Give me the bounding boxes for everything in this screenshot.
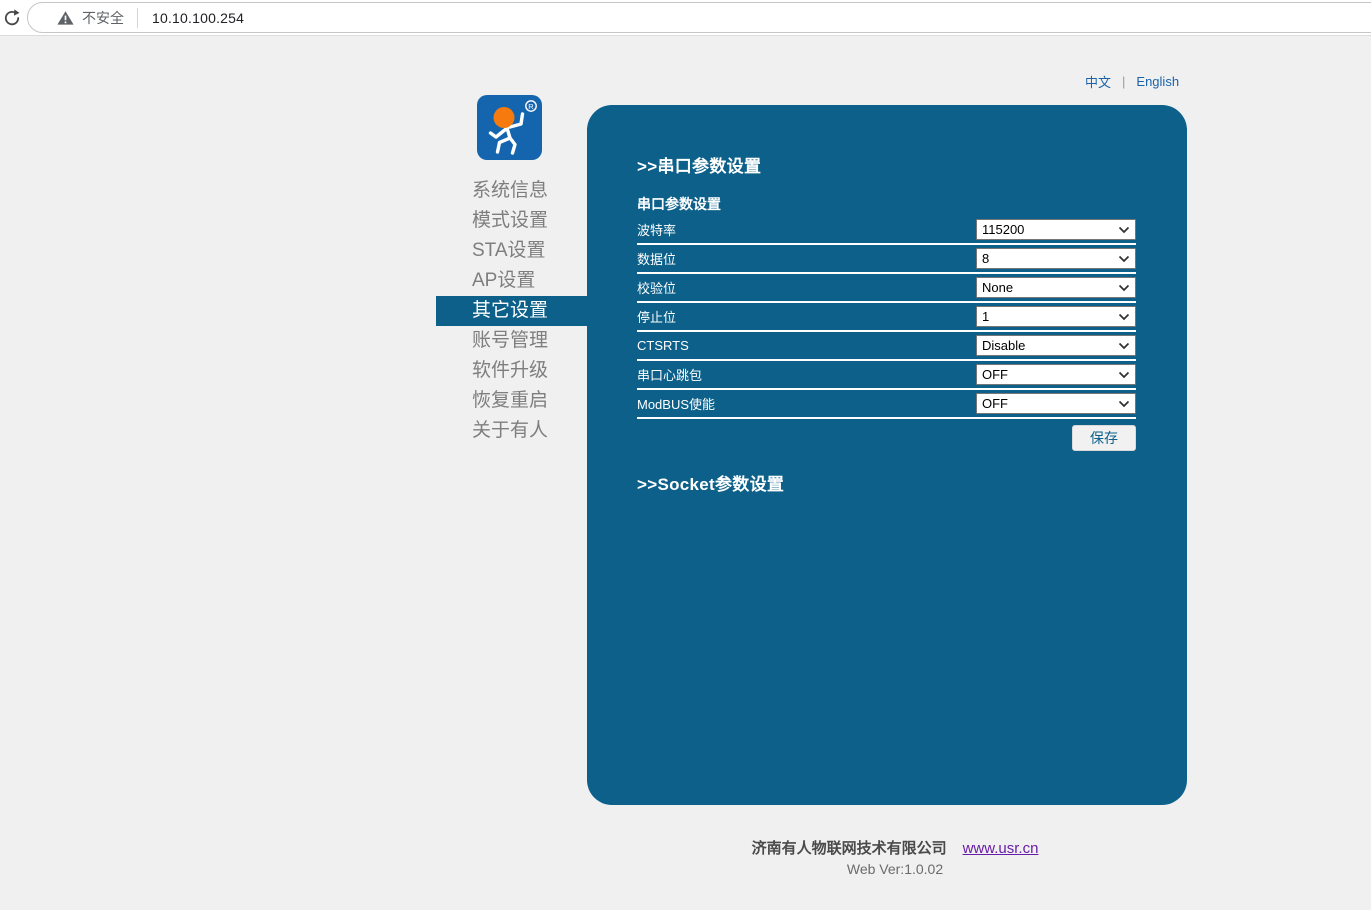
form-row-parity: 校验位 None <box>637 274 1136 303</box>
parity-label: 校验位 <box>637 278 676 297</box>
modbus-select[interactable]: OFF <box>976 393 1136 414</box>
browser-toolbar: 不安全 10.10.100.254 <box>0 0 1371 36</box>
form-row-ctsrts: CTSRTS Disable <box>637 332 1136 361</box>
warning-icon <box>57 10 74 26</box>
select-value: OFF <box>982 396 1008 411</box>
lang-english-link[interactable]: English <box>1136 74 1179 89</box>
settings-panel: >>串口参数设置 串口参数设置 波特率 115200 数据位 8 校验位 <box>587 105 1187 805</box>
sidebar-item-restore-restart[interactable]: 恢复重启 <box>436 386 587 416</box>
serial-heartbeat-select[interactable]: OFF <box>976 364 1136 385</box>
chevron-down-icon <box>1118 284 1130 292</box>
sidebar-item-other-settings[interactable]: 其它设置 <box>436 296 587 326</box>
parity-select[interactable]: None <box>976 277 1136 298</box>
form-row-data-bits: 数据位 8 <box>637 245 1136 274</box>
usr-website-link[interactable]: www.usr.cn <box>963 840 1039 857</box>
save-row: 保存 <box>637 425 1136 451</box>
baud-rate-select[interactable]: 115200 <box>976 219 1136 240</box>
reload-icon[interactable] <box>2 8 22 28</box>
serial-heartbeat-label: 串口心跳包 <box>637 365 702 384</box>
address-bar[interactable]: 不安全 10.10.100.254 <box>27 2 1371 33</box>
chevron-down-icon <box>1118 313 1130 321</box>
sidebar-item-account-management[interactable]: 账号管理 <box>436 326 587 356</box>
data-bits-label: 数据位 <box>637 249 676 268</box>
select-value: OFF <box>982 367 1008 382</box>
ctsrts-select[interactable]: Disable <box>976 335 1136 356</box>
form-row-stop-bits: 停止位 1 <box>637 303 1136 332</box>
company-name: 济南有人物联网技术有限公司 <box>752 840 947 857</box>
usr-logo-icon: R <box>477 95 542 160</box>
chevron-down-icon <box>1118 255 1130 263</box>
language-switcher: 中文 | English <box>1085 72 1179 91</box>
socket-section-title: >>Socket参数设置 <box>637 470 1136 495</box>
select-value: 8 <box>982 251 989 266</box>
modbus-label: ModBUS使能 <box>637 394 715 413</box>
stop-bits-label: 停止位 <box>637 307 676 326</box>
data-bits-select[interactable]: 8 <box>976 248 1136 269</box>
svg-text:R: R <box>528 102 534 111</box>
serial-subtitle: 串口参数设置 <box>637 194 1136 214</box>
chevron-down-icon <box>1118 371 1130 379</box>
select-value: None <box>982 280 1013 295</box>
select-value: 115200 <box>982 222 1024 237</box>
serial-settings-form: 波特率 115200 数据位 8 校验位 None <box>637 216 1136 419</box>
form-row-baud-rate: 波特率 115200 <box>637 216 1136 245</box>
lang-divider: | <box>1122 74 1125 89</box>
security-label[interactable]: 不安全 <box>82 8 124 28</box>
form-row-modbus: ModBUS使能 OFF <box>637 390 1136 419</box>
address-divider <box>137 8 138 28</box>
baud-rate-label: 波特率 <box>637 220 676 239</box>
web-version: Web Ver:1.0.02 <box>587 860 1203 878</box>
sidebar-item-system-info[interactable]: 系统信息 <box>436 176 587 206</box>
select-value: 1 <box>982 309 989 324</box>
page-footer: 济南有人物联网技术有限公司 www.usr.cn Web Ver:1.0.02 <box>587 840 1203 878</box>
url-text[interactable]: 10.10.100.254 <box>152 10 244 26</box>
form-row-serial-heartbeat: 串口心跳包 OFF <box>637 361 1136 390</box>
sidebar-item-software-upgrade[interactable]: 软件升级 <box>436 356 587 386</box>
sidebar-nav: 系统信息 模式设置 STA设置 AP设置 其它设置 账号管理 软件升级 恢复重启… <box>436 176 587 446</box>
chevron-down-icon <box>1118 400 1130 408</box>
chevron-down-icon <box>1118 342 1130 350</box>
chevron-down-icon <box>1118 226 1130 234</box>
sidebar-item-mode-settings[interactable]: 模式设置 <box>436 206 587 236</box>
sidebar-item-sta-settings[interactable]: STA设置 <box>436 236 587 266</box>
save-button[interactable]: 保存 <box>1072 425 1136 451</box>
select-value: Disable <box>982 338 1025 353</box>
serial-section-title: >>串口参数设置 <box>637 152 1136 177</box>
stop-bits-select[interactable]: 1 <box>976 306 1136 327</box>
ctsrts-label: CTSRTS <box>637 338 689 353</box>
lang-chinese-link[interactable]: 中文 <box>1085 72 1111 91</box>
sidebar-item-ap-settings[interactable]: AP设置 <box>436 266 587 296</box>
sidebar-item-about-usr[interactable]: 关于有人 <box>436 416 587 446</box>
